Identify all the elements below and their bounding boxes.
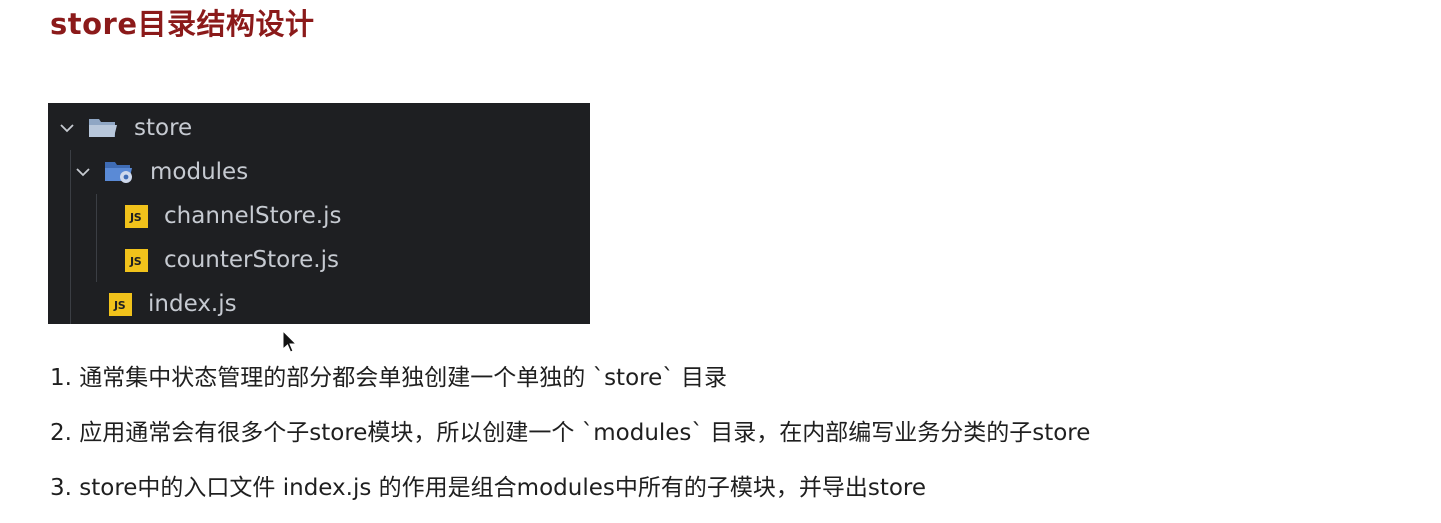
tree-item-store-folder[interactable]: store: [48, 106, 590, 150]
tree-item-label: channelStore.js: [164, 203, 342, 229]
tree-item-label: modules: [150, 159, 249, 185]
js-file-icon: JS: [109, 292, 132, 316]
js-file-icon: JS: [125, 204, 148, 228]
list-item: 1. 通常集中状态管理的部分都会单独创建一个单独的 `store` 目录: [50, 365, 728, 391]
chevron-down-icon[interactable]: [72, 161, 94, 183]
tree-item-label: store: [134, 115, 193, 141]
folder-settings-icon: [104, 159, 134, 185]
tree-item-label: counterStore.js: [164, 247, 339, 273]
tree-item-modules-folder[interactable]: modules: [48, 150, 590, 194]
file-explorer: store modules JS channelStore.js JS coun…: [48, 103, 590, 324]
list-item: 2. 应用通常会有很多个子store模块，所以创建一个 `modules` 目录…: [50, 420, 1091, 446]
page-title: store目录结构设计: [50, 7, 315, 41]
list-item: 3. store中的入口文件 index.js 的作用是组合modules中所有…: [50, 475, 927, 501]
tree-item-index-file[interactable]: JS index.js: [48, 282, 590, 326]
tree-item-channelstore-file[interactable]: JS channelStore.js: [48, 194, 590, 238]
tree-item-counterstore-file[interactable]: JS counterStore.js: [48, 238, 590, 282]
tree-item-label: index.js: [148, 291, 237, 317]
notes-list: 1. 通常集中状态管理的部分都会单独创建一个单独的 `store` 目录 2. …: [50, 358, 1090, 523]
mouse-pointer-icon: [282, 330, 298, 353]
chevron-down-icon[interactable]: [56, 117, 78, 139]
js-file-icon: JS: [125, 248, 148, 272]
folder-open-icon: [88, 116, 118, 140]
